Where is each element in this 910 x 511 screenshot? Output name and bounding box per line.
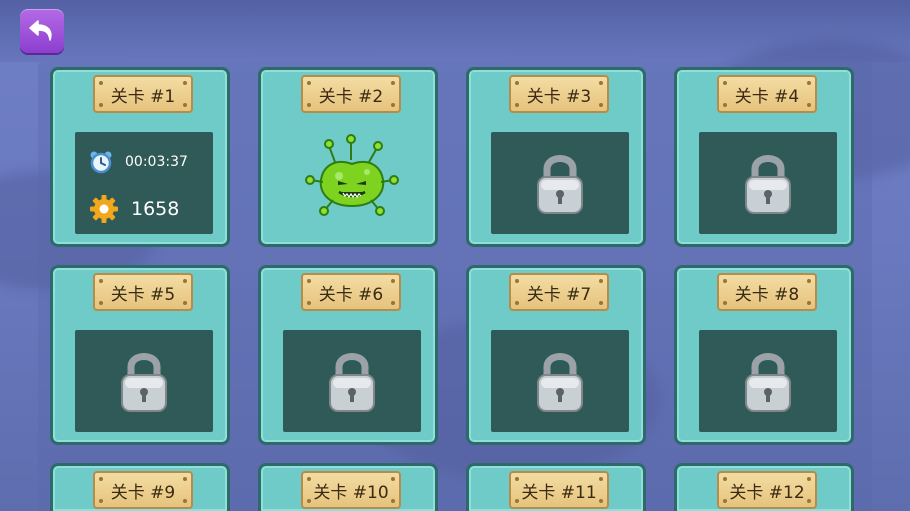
level-card-4[interactable]: 关卡 #4 bbox=[674, 67, 854, 247]
level-card-1[interactable]: 关卡 #1 00:03:37 1658 bbox=[50, 67, 230, 247]
level-card-7[interactable]: 关卡 #7 bbox=[466, 265, 646, 445]
gear-icon bbox=[90, 195, 118, 223]
level-card-3[interactable]: 关卡 #3 bbox=[466, 67, 646, 247]
padlock-icon bbox=[537, 155, 583, 214]
level-card-2[interactable]: 关卡 #2 bbox=[258, 67, 438, 247]
level-plate-3: 关卡 #3 bbox=[509, 75, 609, 113]
level-card-8[interactable]: 关卡 #8 bbox=[674, 265, 854, 445]
level-plate-5: 关卡 #5 bbox=[93, 273, 193, 311]
level-card-9[interactable]: 关卡 #9 bbox=[50, 463, 230, 511]
level-card-12[interactable]: 关卡 #12 bbox=[674, 463, 854, 511]
level-label: 关卡 #2 bbox=[318, 86, 384, 107]
padlock-icon bbox=[329, 353, 375, 412]
level-label: 关卡 #9 bbox=[110, 482, 176, 503]
locked-panel bbox=[699, 330, 837, 432]
level-card-11[interactable]: 关卡 #11 bbox=[466, 463, 646, 511]
level-plate-9: 关卡 #9 bbox=[93, 471, 193, 509]
padlock-icon bbox=[537, 353, 583, 412]
level-label: 关卡 #8 bbox=[734, 284, 800, 305]
level-grid: 关卡 #1 00:03:37 1658 关卡 #2 关卡 #3 关卡 #4 关卡… bbox=[38, 62, 872, 511]
score-value: 1658 bbox=[131, 198, 180, 220]
top-bar bbox=[0, 0, 910, 62]
padlock-icon bbox=[745, 155, 791, 214]
level-card-5[interactable]: 关卡 #5 bbox=[50, 265, 230, 445]
best-time-row: 00:03:37 bbox=[89, 150, 188, 174]
level-label: 关卡 #11 bbox=[521, 482, 597, 503]
level-label: 关卡 #5 bbox=[110, 284, 176, 305]
level-plate-10: 关卡 #10 bbox=[301, 471, 401, 509]
alarm-clock-icon bbox=[90, 151, 112, 174]
level-label: 关卡 #12 bbox=[729, 482, 805, 503]
locked-panel bbox=[75, 330, 213, 432]
level-card-6[interactable]: 关卡 #6 bbox=[258, 265, 438, 445]
padlock-icon bbox=[745, 353, 791, 412]
level-label: 关卡 #4 bbox=[734, 86, 800, 107]
score-row: 1658 bbox=[89, 194, 179, 224]
level-plate-7: 关卡 #7 bbox=[509, 273, 609, 311]
level-stats-panel: 00:03:37 1658 bbox=[75, 132, 213, 234]
undo-arrow-icon bbox=[29, 20, 52, 41]
level-plate-11: 关卡 #11 bbox=[509, 471, 609, 509]
level-plate-8: 关卡 #8 bbox=[717, 273, 817, 311]
level-plate-1: 关卡 #1 bbox=[93, 75, 193, 113]
level-label: 关卡 #1 bbox=[110, 86, 176, 107]
locked-panel bbox=[491, 330, 629, 432]
green-slime-monster-icon bbox=[305, 134, 399, 216]
padlock-icon bbox=[121, 353, 167, 412]
level-plate-12: 关卡 #12 bbox=[717, 471, 817, 509]
back-button[interactable] bbox=[20, 9, 64, 53]
locked-panel bbox=[491, 132, 629, 234]
level-label: 关卡 #7 bbox=[526, 284, 592, 305]
level-label: 关卡 #6 bbox=[318, 284, 384, 305]
locked-panel bbox=[699, 132, 837, 234]
best-time: 00:03:37 bbox=[125, 154, 188, 170]
level-label: 关卡 #3 bbox=[526, 86, 592, 107]
level-label: 关卡 #10 bbox=[313, 482, 389, 503]
locked-panel bbox=[283, 330, 421, 432]
level-card-10[interactable]: 关卡 #10 bbox=[258, 463, 438, 511]
level-plate-6: 关卡 #6 bbox=[301, 273, 401, 311]
level-plate-4: 关卡 #4 bbox=[717, 75, 817, 113]
level-plate-2: 关卡 #2 bbox=[301, 75, 401, 113]
